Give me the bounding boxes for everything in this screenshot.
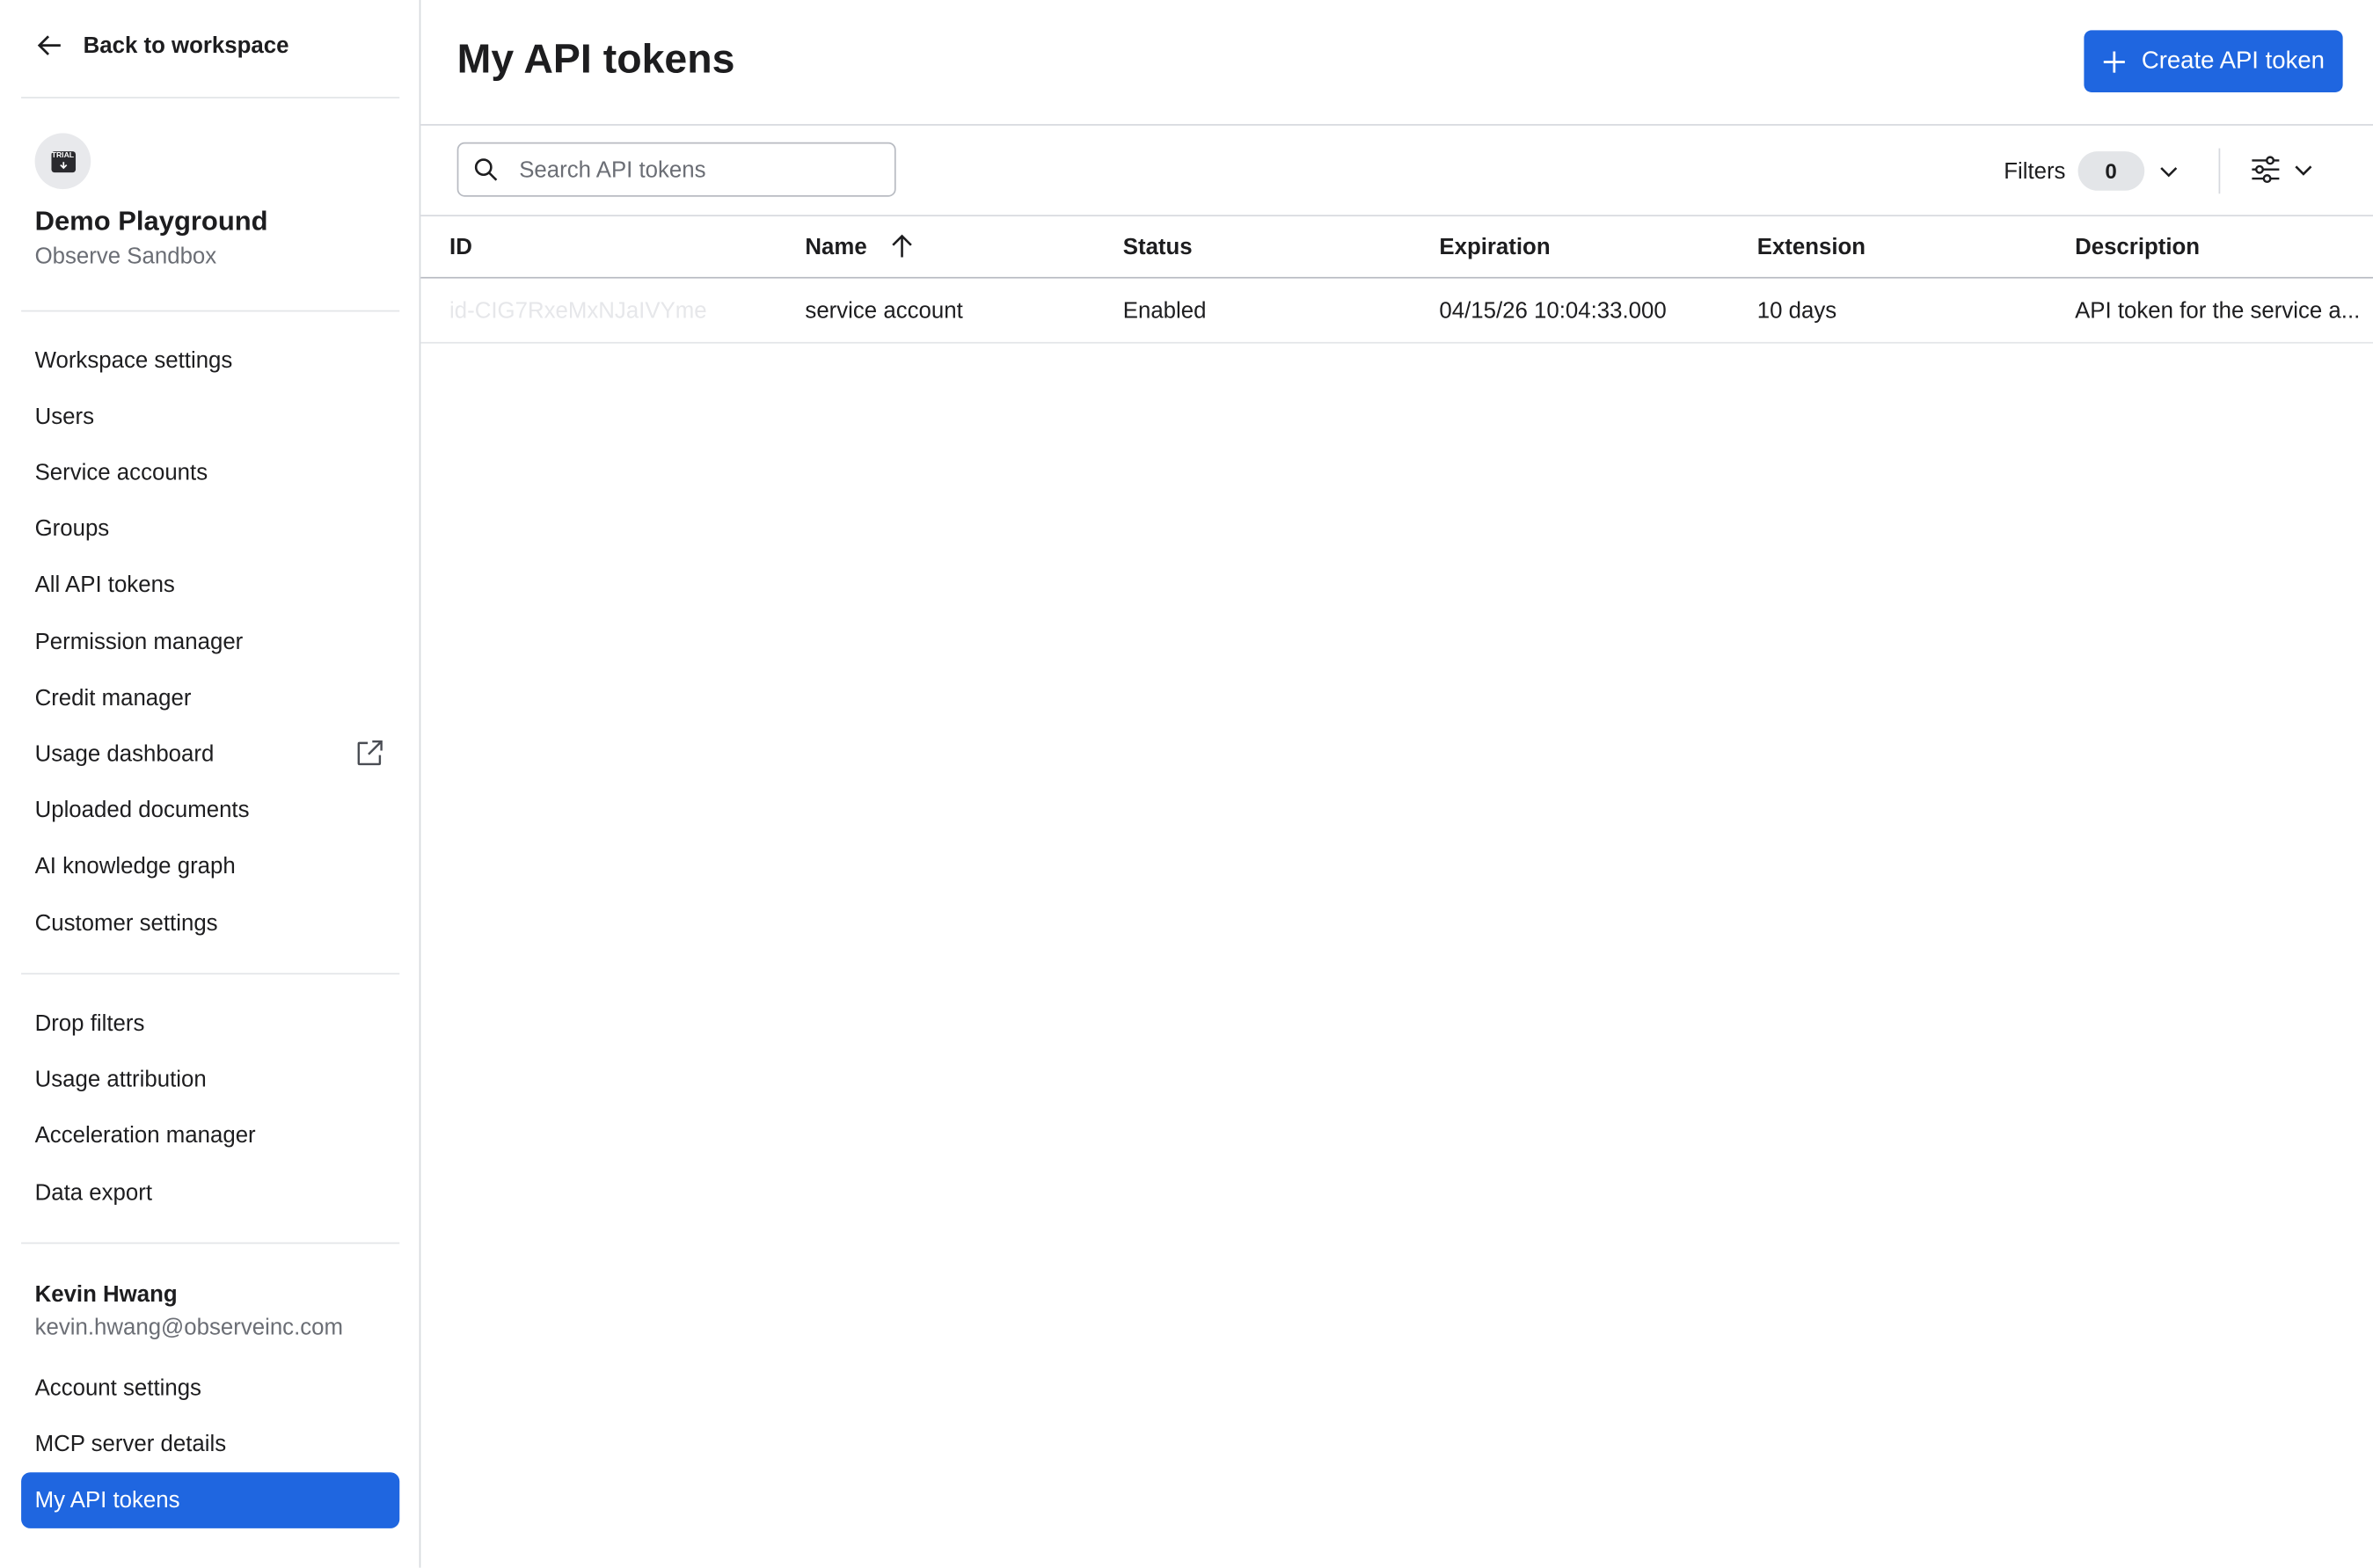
create-api-token-label: Create API token [2141,47,2325,74]
page-title: My API tokens [456,36,735,82]
sidebar-item-label: All API tokens [34,572,175,598]
filters-label: Filters [2004,157,2066,185]
sidebar-item-label: Workspace settings [34,347,233,375]
sidebar-item-label: Credit manager [34,685,192,711]
sidebar-item-credit-manager[interactable]: Credit manager [21,670,399,726]
column-header-name[interactable]: Name [805,216,915,277]
sidebar-item-label: Drop filters [34,1010,145,1037]
sidebar-item-workspace-settings[interactable]: Workspace settings [21,333,399,390]
table-header: ID Name Status Expiration Extension Desc… [420,216,2373,279]
sidebar-item-label: Groups [34,515,110,543]
sidebar-item-label: AI knowledge graph [34,853,236,879]
back-to-workspace-label: Back to workspace [83,32,289,59]
sort-ascending-icon [892,234,912,258]
sidebar-item-label: Users [34,404,94,430]
sidebar-divider [21,1242,400,1244]
sidebar-item-label: Data export [34,1180,153,1207]
cell-name: service account [805,297,963,324]
user-email: kevin.hwang@observeinc.com [34,1315,344,1341]
column-header-description[interactable]: Description [2075,216,2200,277]
sidebar: Back to workspace TRIAL Demo Playground … [0,0,421,1568]
sidebar-item-label: Customer settings [34,910,218,937]
sidebar-item-mcp-server-details[interactable]: MCP server details [21,1417,399,1473]
sidebar-divider [21,97,400,98]
workspace-subtitle: Observe Sandbox [34,244,217,270]
sidebar-item-drop-filters[interactable]: Drop filters [21,995,399,1052]
cell-id: id-CIG7RxeMxNJaIVYme [449,297,707,324]
sidebar-item-account-settings[interactable]: Account settings [21,1360,399,1417]
back-to-workspace-link[interactable]: Back to workspace [35,30,289,60]
external-link-icon [357,740,383,766]
sidebar-item-all-api-tokens[interactable]: All API tokens [21,557,399,613]
sidebar-item-service-accounts[interactable]: Service accounts [21,445,399,501]
trial-badge-icon: TRIAL [50,150,76,172]
cell-extension: 10 days [1756,297,1837,324]
table-row[interactable]: id-CIG7RxeMxNJaIVYme service account Ena… [420,279,2373,344]
sidebar-item-label: My API tokens [34,1487,180,1513]
cell-description: API token for the service a... [2075,297,2361,324]
filters-dropdown[interactable]: Filters 0 [2004,150,2180,192]
column-settings-button[interactable] [2249,153,2316,186]
sidebar-item-label: Usage dashboard [34,741,215,768]
sidebar-item-usage-attribution[interactable]: Usage attribution [21,1052,399,1108]
column-header-id[interactable]: ID [449,216,472,277]
column-header-label: Expiration [1439,233,1551,260]
column-header-extension[interactable]: Extension [1757,216,1866,277]
column-header-expiration[interactable]: Expiration [1439,216,1550,277]
cell-expiration: 04/15/26 10:04:33.000 [1439,297,1667,324]
user-name: Kevin Hwang [34,1281,178,1308]
toolbar-separator [2218,148,2221,194]
search-input[interactable] [515,155,871,185]
sidebar-item-label: Permission manager [34,629,244,656]
column-header-label: Extension [1756,233,1866,260]
sidebar-item-data-export[interactable]: Data export [21,1165,399,1222]
sliders-icon [2252,156,2280,184]
chevron-down-icon [2295,165,2312,176]
sidebar-item-label: Acceleration manager [34,1122,256,1149]
sidebar-item-ai-knowledge-graph[interactable]: AI knowledge graph [21,838,399,894]
trial-box-icon [59,161,67,169]
column-header-label: ID [449,233,472,260]
column-header-label: Name [805,233,867,260]
sidebar-item-permission-manager[interactable]: Permission manager [21,615,399,671]
sidebar-item-label: Service accounts [34,460,208,486]
sidebar-divider [21,973,400,975]
sidebar-item-label: Usage attribution [34,1067,207,1093]
sidebar-item-acceleration-manager[interactable]: Acceleration manager [21,1108,399,1164]
app-root: Back to workspace TRIAL Demo Playground … [0,0,2373,1568]
column-header-label: Description [2075,233,2201,260]
sidebar-item-label: Account settings [34,1375,201,1402]
trial-badge-label: TRIAL [51,150,75,160]
arrow-left-icon [37,35,61,55]
sidebar-item-groups[interactable]: Groups [21,501,399,558]
main-content: My API tokens Create API token Filters 0 [420,0,2373,1568]
sidebar-item-users[interactable]: Users [21,389,399,445]
search-icon [474,158,498,181]
sidebar-item-label: Uploaded documents [34,797,250,824]
create-api-token-button[interactable]: Create API token [2084,30,2343,92]
search-box[interactable] [456,142,896,197]
plus-icon [2103,50,2125,72]
sidebar-item-uploaded-documents[interactable]: Uploaded documents [21,783,399,839]
column-header-status[interactable]: Status [1123,216,1193,277]
workspace-avatar: TRIAL [34,133,91,190]
column-header-label: Status [1122,233,1193,260]
workspace-name: Demo Playground [34,206,268,237]
chevron-down-icon [2159,167,2178,178]
filters-count-badge: 0 [2077,151,2144,191]
sidebar-item-customer-settings[interactable]: Customer settings [21,896,399,952]
cell-status: Enabled [1122,297,1207,324]
header-divider [420,124,2373,126]
sidebar-divider [21,310,400,312]
sidebar-item-usage-dashboard[interactable]: Usage dashboard [21,726,399,783]
sidebar-item-my-api-tokens[interactable]: My API tokens [21,1472,400,1528]
sidebar-item-label: MCP server details [34,1431,227,1458]
